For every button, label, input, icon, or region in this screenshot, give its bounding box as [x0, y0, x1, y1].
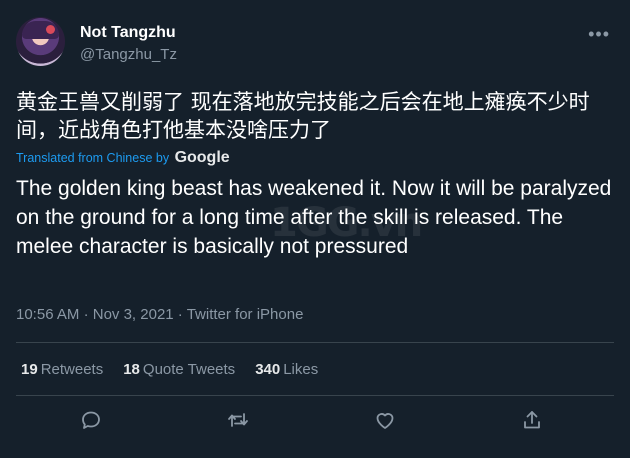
divider [16, 395, 614, 396]
translated-from-label: Translated from Chinese by [16, 151, 170, 165]
translation-attribution[interactable]: Translated from Chinese by Google [16, 149, 230, 167]
avatar-flower [46, 25, 55, 34]
more-icon[interactable]: ••• [588, 24, 610, 45]
reply-icon[interactable] [79, 408, 103, 432]
timestamp-row: 10:56 AM · Nov 3, 2021 · Twitter for iPh… [16, 306, 303, 323]
watermark: 1GG.vn [270, 200, 423, 246]
tweet-time[interactable]: 10:56 AM [16, 306, 79, 323]
quote-tweets-stat[interactable]: 18 Quote Tweets [123, 361, 235, 378]
tweet-original-text: 黄金王兽又削弱了 现在落地放完技能之后会在地上瘫痪不少时间，近战角色打他基本没啥… [16, 90, 590, 142]
stats-row: 19 Retweets 18 Quote Tweets 340 Likes [21, 361, 318, 378]
separator: · [177, 306, 183, 323]
share-icon[interactable] [520, 408, 544, 432]
tweet-source[interactable]: Twitter for iPhone [187, 306, 304, 323]
actions-row [0, 408, 630, 442]
likes-label: Likes [283, 361, 319, 378]
likes-count: 340 [255, 361, 281, 378]
display-name[interactable]: Not Tangzhu [80, 24, 176, 42]
avatar[interactable] [16, 17, 65, 66]
retweets-stat[interactable]: 19 Retweets [21, 361, 103, 378]
translator-name: Google [174, 149, 230, 166]
tweet-date[interactable]: Nov 3, 2021 [93, 306, 174, 323]
quote-tweets-label: Quote Tweets [142, 361, 236, 378]
quote-tweets-count: 18 [123, 361, 140, 378]
retweet-icon[interactable] [226, 408, 250, 432]
heart-icon[interactable] [373, 408, 397, 432]
user-handle[interactable]: @Tangzhu_Tz [80, 46, 177, 63]
retweets-count: 19 [21, 361, 38, 378]
divider [16, 342, 614, 343]
separator: · [83, 306, 89, 323]
likes-stat[interactable]: 340 Likes [255, 361, 318, 378]
retweets-label: Retweets [40, 361, 104, 378]
